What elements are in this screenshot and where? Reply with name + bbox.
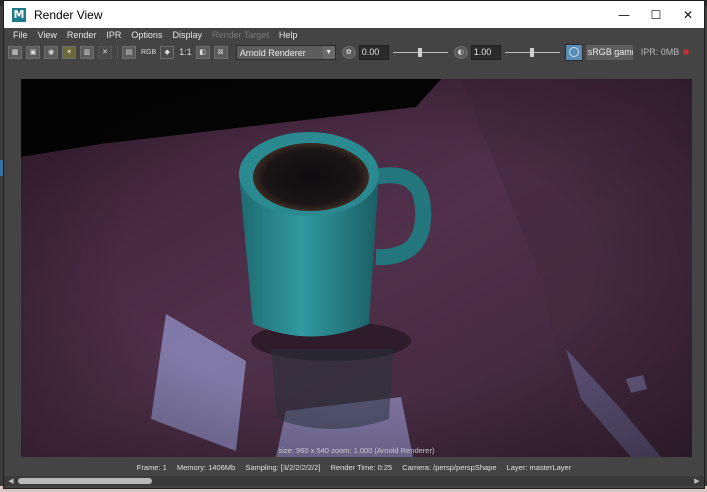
ipr-memory-label: IPR: 0MB	[640, 47, 680, 57]
gamma-icon[interactable]: ◐	[453, 45, 468, 59]
menu-render-target: Render Target	[211, 30, 269, 40]
redo-render-icon[interactable]: ▦	[8, 45, 22, 59]
render-view-window: M Render View — ☐ ✕ File View Render IPR…	[3, 0, 705, 489]
real-size-button[interactable]: 1:1	[179, 47, 192, 57]
maya-app-icon: M	[12, 7, 26, 22]
snapshot-icon[interactable]: ◉	[44, 45, 58, 59]
menu-display[interactable]: Display	[167, 30, 207, 40]
ipr-render-icon[interactable]: ✶	[62, 45, 76, 59]
render-illustration	[21, 79, 692, 457]
renderer-dropdown-value: Arnold Renderer	[239, 47, 306, 58]
scroll-right-icon[interactable]: ▶	[692, 476, 702, 486]
window-title: Render View	[34, 7, 103, 22]
gamma-field[interactable]: 1.00	[470, 44, 501, 60]
stop-render-icon[interactable]: ✕	[98, 45, 112, 59]
ipr-status-icon	[683, 49, 690, 55]
status-camera: Camera: /persp/perspShape	[402, 463, 497, 472]
renderer-dropdown[interactable]: Arnold Renderer ▼	[235, 44, 336, 60]
menu-help[interactable]: Help	[274, 30, 303, 40]
keep-image-icon[interactable]: ▤	[122, 45, 136, 59]
close-button[interactable]: ✕	[672, 1, 704, 28]
gamma-slider[interactable]	[504, 46, 560, 59]
toolbar-separator	[117, 45, 118, 59]
maximize-button[interactable]: ☐	[640, 1, 672, 28]
rendered-image: size: 960 x 540 zoom: 1.000 (Arnold Rend…	[21, 79, 692, 457]
refresh-ipr-icon[interactable]: ▥	[80, 45, 94, 59]
status-layer: Layer: masterLayer	[506, 463, 572, 472]
rgb-channel-button[interactable]: RGB	[141, 49, 156, 56]
exposure-slider-knob[interactable]	[418, 47, 423, 57]
status-render-time: Render Time: 0:25	[330, 463, 393, 472]
color-management-icon	[568, 47, 579, 57]
color-management-button[interactable]	[564, 43, 583, 61]
menu-view[interactable]: View	[33, 30, 62, 40]
render-region-icon[interactable]: ▣	[26, 45, 40, 59]
exposure-icon[interactable]: ✿	[341, 45, 356, 59]
menu-bar: File View Render IPR Options Display Ren…	[4, 28, 704, 42]
scroll-left-icon[interactable]: ◀	[6, 476, 16, 486]
status-memory: Memory: 1406Mb	[176, 463, 236, 472]
exposure-field[interactable]: 0.00	[358, 44, 389, 60]
exposure-slider[interactable]	[392, 46, 448, 59]
render-info-overlay: size: 960 x 540 zoom: 1.000 (Arnold Rend…	[278, 446, 435, 455]
gamma-slider-knob[interactable]	[530, 47, 535, 57]
render-status-bar: Frame: 1 Memory: 1406Mb Sampling: [3/2/2…	[4, 462, 704, 474]
menu-options[interactable]: Options	[126, 30, 167, 40]
scrollbar-thumb[interactable]	[18, 478, 152, 484]
frame-region-icon[interactable]: ⊠	[213, 45, 228, 59]
toolbar: ▦ ▣ ◉ ✶ ▥ ✕ ▤ RGB ◆ 1:1 ◧ ⊠ Arnold Rende…	[4, 42, 704, 62]
minimize-button[interactable]: —	[608, 1, 640, 28]
menu-ipr[interactable]: IPR	[101, 30, 126, 40]
horizontal-scrollbar[interactable]: ◀ ▶	[4, 476, 704, 486]
title-bar[interactable]: M Render View — ☐ ✕	[4, 1, 704, 28]
alpha-channel-icon[interactable]: ◆	[160, 45, 175, 59]
display-image-icon[interactable]: ◧	[195, 45, 210, 59]
menu-render[interactable]: Render	[62, 30, 102, 40]
status-frame: Frame: 1	[136, 463, 167, 472]
status-sampling: Sampling: [3/2/2/2/2/2]	[245, 463, 321, 472]
view-transform-dropdown[interactable]: sRGB gamma	[585, 44, 633, 60]
render-viewport[interactable]: size: 960 x 540 zoom: 1.000 (Arnold Rend…	[10, 67, 698, 462]
menu-file[interactable]: File	[4, 30, 33, 40]
chevron-down-icon: ▼	[322, 45, 335, 59]
